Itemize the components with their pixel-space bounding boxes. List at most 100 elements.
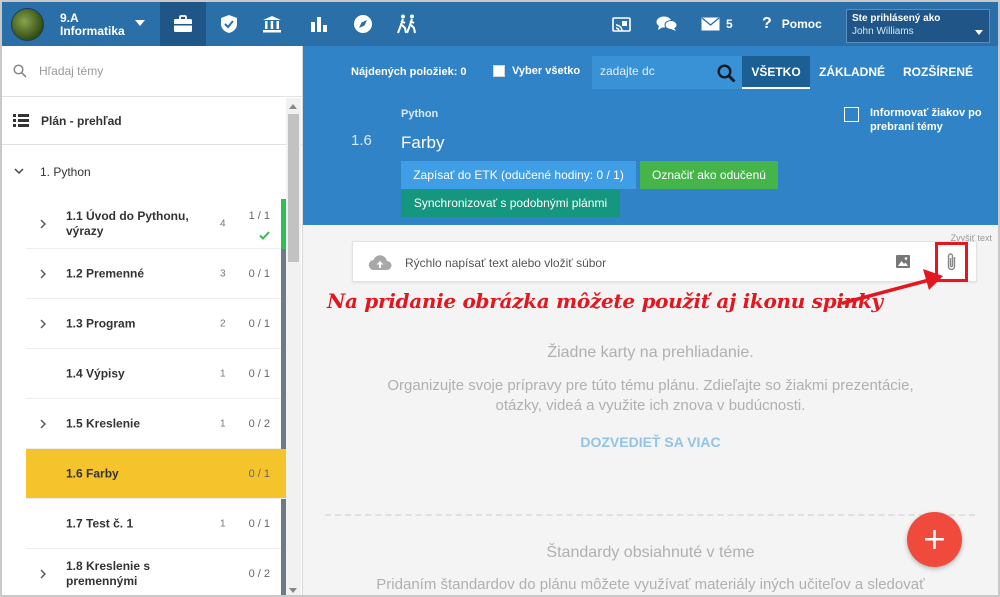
topic-item-title: 1.4 Výpisy bbox=[66, 366, 125, 380]
topic-search bbox=[2, 46, 302, 97]
user-name: John Williams bbox=[852, 26, 914, 37]
topics-sidebar: Plán - prehľad 1. Python 1.1 Úvod do Pyt… bbox=[2, 46, 303, 595]
sidebar-topic-item[interactable]: 1.3 Program 2 0 / 1 bbox=[26, 299, 286, 349]
topic-list: 1.1 Úvod do Pythonu, výrazy 4 1 / 1 1.2 Pre… bbox=[26, 199, 286, 595]
shield-icon bbox=[221, 15, 237, 33]
tab-extended[interactable]: ROZŠÍRENÉ bbox=[897, 56, 979, 89]
sidebar-topic-item[interactable]: 1.8 Kreslenie s premennými 0 / 2 bbox=[26, 549, 286, 595]
topic-item-progress: 0 / 1 bbox=[248, 517, 270, 530]
select-all-label: Vyber všetko bbox=[512, 65, 581, 77]
notify-checkbox[interactable] bbox=[844, 107, 859, 122]
select-all[interactable]: Vyber všetko bbox=[493, 65, 580, 77]
topic-item-title: 1.2 Premenné bbox=[66, 266, 145, 280]
learn-more-link[interactable]: DOZVEDIEŤ SA VIAC bbox=[303, 434, 998, 450]
messages-button[interactable]: 5 bbox=[701, 2, 733, 46]
add-card-button[interactable]: + bbox=[907, 512, 962, 567]
chevron-down-icon bbox=[14, 168, 24, 175]
select-all-checkbox[interactable] bbox=[493, 65, 505, 77]
topic-item-progress: 0 / 1 bbox=[248, 367, 270, 380]
sidebar-topic-item[interactable]: 1.1 Úvod do Pythonu, výrazy 4 1 / 1 bbox=[26, 199, 286, 249]
topic-category: Python bbox=[401, 108, 439, 120]
chevron-right-icon[interactable] bbox=[40, 319, 47, 329]
sidebar-topic-item[interactable]: 1.4 Výpisy 1 0 / 1 bbox=[26, 349, 286, 399]
scroll-down-icon[interactable] bbox=[289, 588, 297, 593]
topic-item-progress: 0 / 2 bbox=[248, 567, 270, 580]
nav-statistics[interactable] bbox=[296, 2, 342, 46]
tab-basic[interactable]: ZÁKLADNÉ bbox=[813, 56, 891, 89]
chat-icon bbox=[656, 16, 678, 31]
chevron-right-icon[interactable] bbox=[40, 569, 47, 579]
topic-item-count: 2 bbox=[220, 318, 226, 329]
chat-button[interactable] bbox=[656, 2, 678, 46]
found-count: Nájdených položiek: 0 bbox=[351, 66, 467, 78]
notify-students[interactable]: Informovať žiakov po prebraní témy bbox=[844, 106, 989, 134]
topic-item-title: 1.7 Test č. 1 bbox=[66, 516, 134, 530]
cloud-upload-icon[interactable] bbox=[368, 254, 392, 271]
topic-item-count: 1 bbox=[220, 368, 226, 379]
tab-all[interactable]: VŠETKO bbox=[742, 56, 810, 89]
write-to-etk-button[interactable]: Zapísať do ETK (odučené hodiny: 0 / 1) bbox=[401, 161, 636, 189]
notify-label: Informovať žiakov po prebraní témy bbox=[870, 107, 982, 133]
topic-header: Nájdených položiek: 0 Vyber všetko VŠETK… bbox=[303, 46, 998, 225]
topic-content: Zvyšiť text Rýchlo napísať text alebo vl… bbox=[303, 225, 998, 595]
topic-item-count: 1 bbox=[220, 418, 226, 429]
help-button[interactable]: ? Pomoc bbox=[762, 2, 822, 46]
nav-activities[interactable] bbox=[385, 2, 431, 46]
nav-security[interactable] bbox=[206, 2, 252, 46]
topic-search-input[interactable] bbox=[39, 64, 259, 78]
mail-count-badge: 5 bbox=[726, 17, 733, 31]
hikers-icon bbox=[397, 14, 416, 34]
topic-item-count: 3 bbox=[220, 268, 226, 279]
filter-search bbox=[592, 56, 742, 89]
sidebar-topic-item[interactable]: 1.5 Kreslenie 1 0 / 2 bbox=[26, 399, 286, 449]
nav-institution[interactable] bbox=[249, 2, 295, 46]
search-icon[interactable] bbox=[717, 64, 736, 83]
bank-icon bbox=[263, 16, 281, 33]
bar-chart-icon bbox=[311, 17, 327, 32]
scroll-thumb[interactable] bbox=[288, 114, 299, 262]
plan-overview-link[interactable]: Plán - prehľad bbox=[2, 97, 302, 145]
help-label: Pomoc bbox=[781, 17, 822, 31]
empty-description: Organizujte svoje prípravy pre túto tému… bbox=[387, 377, 914, 414]
search-icon bbox=[13, 64, 27, 78]
section-python[interactable]: 1. Python bbox=[2, 145, 302, 198]
topic-item-progress: 1 / 1 bbox=[248, 209, 270, 222]
chevron-down-icon[interactable] bbox=[135, 20, 145, 26]
class-selector[interactable]: 9.A Informatika bbox=[60, 12, 125, 38]
school-logo[interactable] bbox=[11, 8, 44, 41]
sidebar-scrollbar[interactable] bbox=[286, 98, 301, 595]
section-label: 1. Python bbox=[40, 164, 91, 179]
chevron-down-icon bbox=[975, 30, 983, 35]
topic-number: 1.6 bbox=[351, 132, 372, 149]
sync-plans-button[interactable]: Synchronizovať s podobnými plánmi bbox=[401, 189, 620, 217]
standards-title: Štandardy obsiahnuté v téme bbox=[546, 544, 755, 561]
standards-description: Pridaním štandardov do plánu môžete využ… bbox=[376, 576, 925, 593]
mail-icon bbox=[701, 17, 720, 31]
sidebar-topic-item[interactable]: 1.6 Farby 0 / 1 bbox=[26, 449, 286, 499]
chevron-right-icon[interactable] bbox=[40, 219, 47, 229]
user-menu[interactable]: Ste prihlásený ako John Williams bbox=[846, 9, 990, 43]
cast-icon bbox=[612, 16, 631, 32]
sidebar-topic-item[interactable]: 1.2 Premenné 3 0 / 1 bbox=[26, 249, 286, 299]
scroll-up-icon[interactable] bbox=[289, 104, 297, 109]
topic-item-title: 1.1 Úvod do Pythonu, výrazy bbox=[66, 208, 189, 238]
topic-item-progress: 0 / 2 bbox=[248, 417, 270, 430]
topic-item-progress: 0 / 1 bbox=[248, 267, 270, 280]
quick-composer-placeholder: Rýchlo napísať text alebo vložiť súbor bbox=[405, 256, 607, 270]
topic-item-progress: 0 / 1 bbox=[248, 317, 270, 330]
cast-button[interactable] bbox=[612, 2, 631, 46]
filter-search-input[interactable] bbox=[600, 64, 708, 78]
nav-explore[interactable] bbox=[340, 2, 386, 46]
section-divider bbox=[325, 514, 975, 516]
compass-icon bbox=[354, 15, 372, 33]
nav-plans[interactable] bbox=[160, 2, 206, 46]
chevron-right-icon[interactable] bbox=[40, 269, 47, 279]
topic-title: Farby bbox=[401, 133, 445, 152]
question-icon: ? bbox=[762, 15, 772, 32]
mark-taught-button[interactable]: Označiť ako odučenú bbox=[640, 161, 778, 189]
plan-overview-label: Plán - prehľad bbox=[41, 113, 122, 128]
sidebar-topic-item[interactable]: 1.7 Test č. 1 1 0 / 1 bbox=[26, 499, 286, 549]
topic-item-title: 1.8 Kreslenie s premennými bbox=[66, 558, 151, 588]
topic-item-title: 1.5 Kreslenie bbox=[66, 416, 141, 430]
chevron-right-icon[interactable] bbox=[40, 419, 47, 429]
